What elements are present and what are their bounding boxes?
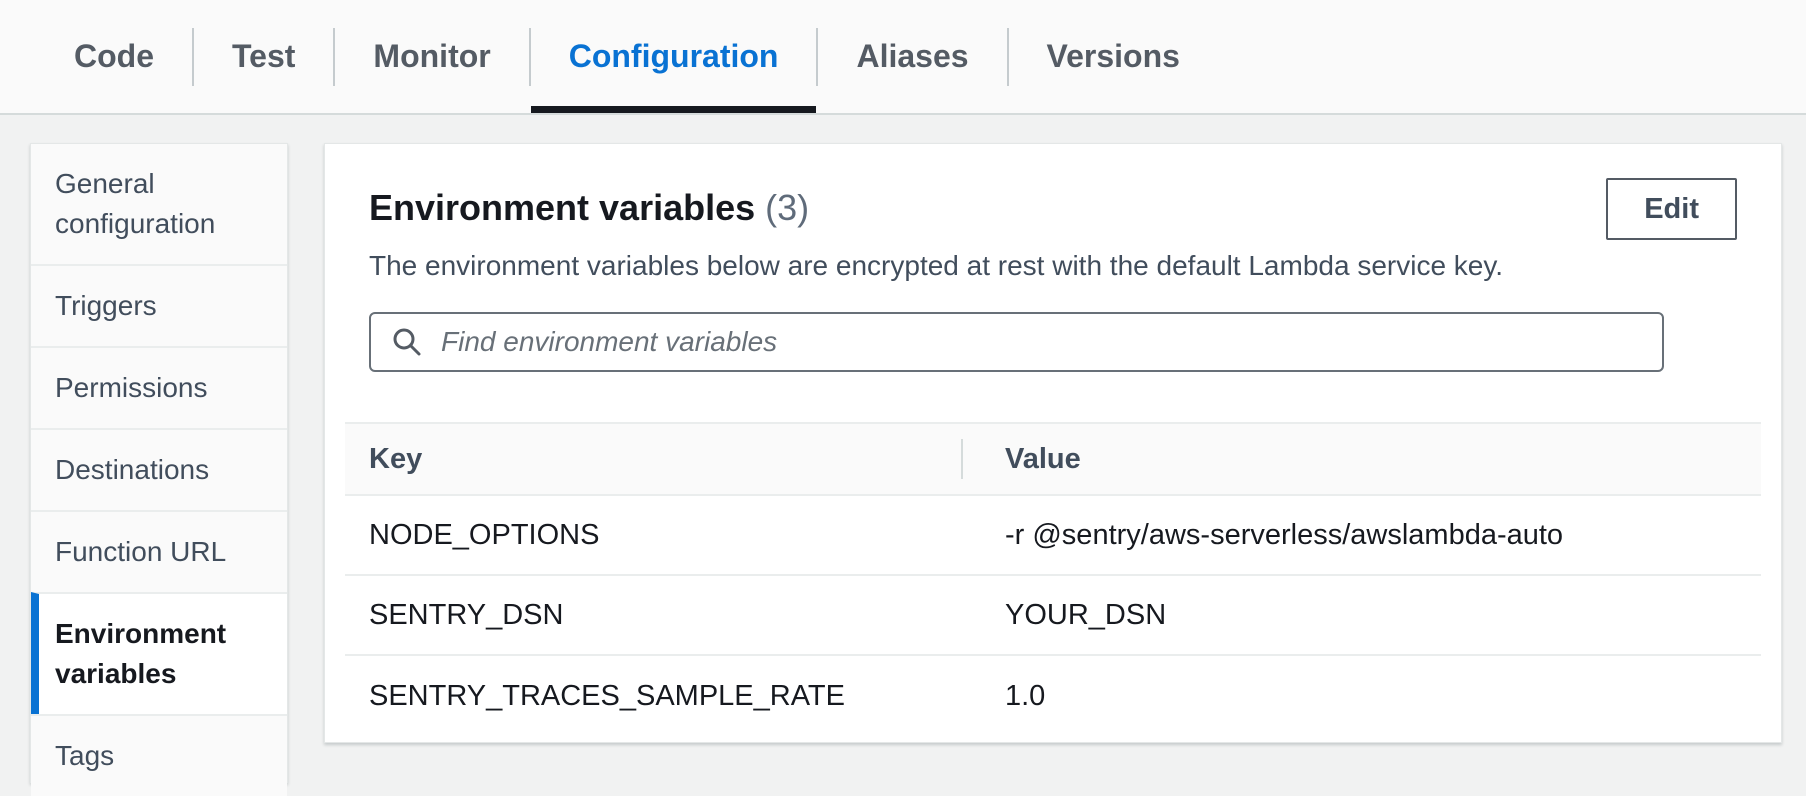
tab-code[interactable]: Code: [36, 0, 192, 113]
sidebar-item-permissions[interactable]: Permissions: [31, 346, 287, 428]
tab-monitor[interactable]: Monitor: [335, 0, 528, 113]
table-row: SENTRY_DSN YOUR_DSN: [345, 576, 1761, 656]
column-header-value: Value: [963, 443, 1761, 476]
environment-variables-table: Key Value NODE_OPTIONS -r @sentry/aws-se…: [345, 422, 1761, 736]
sidebar-item-triggers[interactable]: Triggers: [31, 264, 287, 346]
sidebar-item-destinations[interactable]: Destinations: [31, 428, 287, 510]
sidebar-item-general-configuration[interactable]: General configuration: [31, 144, 287, 264]
table-row: SENTRY_TRACES_SAMPLE_RATE 1.0: [345, 656, 1761, 736]
search-box: [369, 312, 1664, 372]
table-row: NODE_OPTIONS -r @sentry/aws-serverless/a…: [345, 496, 1761, 576]
page-title: Environment variables (3): [369, 184, 809, 232]
panel-description: The environment variables below are encr…: [369, 248, 1737, 284]
edit-button[interactable]: Edit: [1606, 178, 1737, 240]
sidebar-item-tags[interactable]: Tags: [31, 714, 287, 796]
sidebar-item-environment-variables[interactable]: Environment variables: [31, 592, 287, 714]
environment-variables-panel: Environment variables (3) Edit The envir…: [324, 143, 1782, 743]
configuration-sidebar: General configuration Triggers Permissio…: [30, 143, 288, 783]
env-var-value: YOUR_DSN: [963, 599, 1761, 632]
env-var-key: SENTRY_DSN: [345, 599, 963, 632]
search-icon: [391, 326, 423, 358]
panel-header: Environment variables (3) Edit: [369, 184, 1737, 248]
env-var-value: -r @sentry/aws-serverless/awslambda-auto: [963, 519, 1761, 552]
search-input[interactable]: [441, 326, 1648, 358]
page-title-text: Environment variables: [369, 187, 755, 228]
tab-aliases[interactable]: Aliases: [818, 0, 1006, 113]
table-header-row: Key Value: [345, 422, 1761, 496]
column-header-key: Key: [345, 443, 963, 476]
tab-test[interactable]: Test: [194, 0, 333, 113]
tab-versions[interactable]: Versions: [1009, 0, 1218, 113]
env-var-key: SENTRY_TRACES_SAMPLE_RATE: [345, 680, 963, 713]
env-var-key: NODE_OPTIONS: [345, 519, 963, 552]
function-tab-bar: Code Test Monitor Configuration Aliases …: [0, 0, 1806, 115]
sidebar-item-function-url[interactable]: Function URL: [31, 510, 287, 592]
env-var-value: 1.0: [963, 680, 1761, 713]
item-count-badge: (3): [765, 187, 809, 228]
tab-configuration[interactable]: Configuration: [531, 0, 817, 113]
